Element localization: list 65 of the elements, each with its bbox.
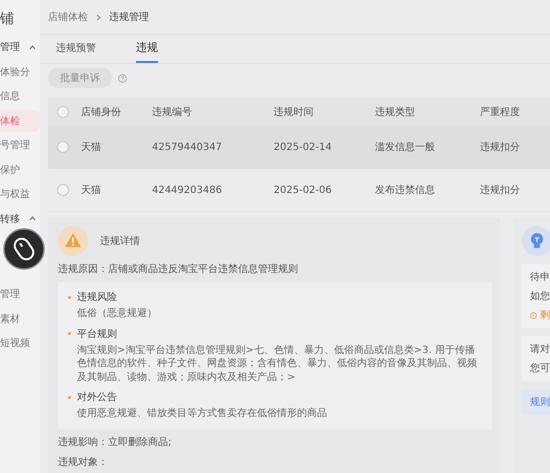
section-heading: 违规风险 (77, 290, 117, 304)
section-text: 淘宝规则>淘宝平台违禁信息管理规则>七、色情、暴力、低俗商品或信息类>3. 用于传播色情信息的软件、种子文件、网盘资源；含有情色、暴力、低俗内容的音像及其制品、视频及其制品、读物、游戏；原味内衣及相关产品；> (76, 344, 478, 384)
section-heading: 平台规则 (77, 328, 117, 340)
clock-icon (530, 310, 537, 320)
column-header: 店铺身份 (81, 107, 121, 118)
select-all-checkbox[interactable] (57, 106, 69, 118)
table-cell: 天猫 (81, 185, 101, 196)
sidebar-item[interactable]: 与权益 (0, 183, 40, 206)
table-row[interactable]: 天猫 42449203486 2025-02-06 发布违禁信息 违规扣分 (48, 168, 550, 212)
rule-learning-link[interactable]: 规则 (522, 389, 550, 415)
column-header: 违规时间 (274, 107, 314, 118)
table-cell: 2025-02-06 (274, 184, 332, 196)
section-text: 使用恶意规避、错放类目等方式售卖存在低俗情形的商品 (76, 407, 328, 420)
sidebar-group[interactable]: 转移 (0, 208, 40, 230)
table-cell: 42579440347 (152, 142, 222, 152)
sidebar-item[interactable]: 体验分 (0, 60, 40, 83)
table-cell: 42449203486 (152, 184, 222, 196)
tab[interactable]: 违规预警 (56, 41, 96, 63)
tab[interactable]: 违规 (136, 40, 158, 63)
sidebar-item[interactable]: 管理 (0, 283, 40, 306)
column-header: 违规类型 (375, 107, 416, 118)
sidebar-item[interactable]: 短视频 (0, 332, 40, 354)
sidebar-item[interactable]: 体检 (0, 110, 40, 132)
table-cell: 违规扣分 (480, 142, 520, 153)
group-label: 管理 (0, 41, 20, 54)
table-cell: 违规扣分 (480, 185, 520, 196)
chevron-icon (96, 14, 101, 20)
card-title: 请对 (530, 342, 550, 356)
table-cell: 发布违禁信息 (375, 185, 436, 196)
violation-impact: 违规影响：立即删除商品; (58, 436, 172, 448)
column-header: 严重程度 (480, 107, 520, 118)
breadcrumb-item[interactable]: 违规管理 (109, 10, 149, 24)
violation-object: 违规对象： (58, 456, 109, 468)
lightbulb-icon (522, 226, 550, 256)
card-text: 您可 (530, 362, 550, 375)
section-heading: 对外公告 (77, 390, 117, 404)
sidebar-item[interactable]: 保护 (0, 158, 40, 181)
breadcrumb-item[interactable]: 店铺体检 (48, 10, 88, 24)
sidebar-title: 铺 (0, 10, 15, 29)
mouse-cursor-icon (3, 228, 45, 270)
sidebar-item[interactable]: 信息 (0, 85, 40, 108)
help-icon[interactable] (118, 74, 127, 82)
card-text: 如您 (530, 290, 550, 303)
countdown-text: 剩 (540, 309, 550, 322)
bullet-dot (68, 296, 71, 298)
violation-reason: 违规原因：店铺或商品违反淘宝平台违禁信息管理规则 (58, 262, 299, 276)
table-cell: 滥发信息一般 (375, 142, 436, 153)
table-cell: 天猫 (81, 142, 101, 153)
card-title: 待申 (530, 270, 550, 284)
table-cell: 2025-02-14 (274, 142, 332, 152)
warning-icon (58, 226, 88, 256)
detail-title: 违规详情 (100, 234, 140, 248)
section-text: 低俗（恶意规避） (76, 307, 158, 320)
sidebar-item[interactable]: 号管理 (0, 134, 40, 156)
caret-icon (29, 216, 36, 222)
table-row[interactable]: 天猫 42579440347 2025-02-14 滥发信息一般 违规扣分 (48, 126, 550, 168)
bullet-dot (68, 396, 71, 398)
column-header: 违规编号 (152, 107, 192, 118)
row-checkbox[interactable] (57, 141, 69, 153)
group-label: 转移 (0, 212, 20, 226)
caret-icon (29, 44, 36, 50)
bullet-dot (68, 332, 71, 335)
sidebar-group[interactable]: 管理 (0, 36, 40, 58)
row-checkbox[interactable] (57, 184, 69, 196)
sidebar-item[interactable]: 素材 (0, 308, 40, 330)
